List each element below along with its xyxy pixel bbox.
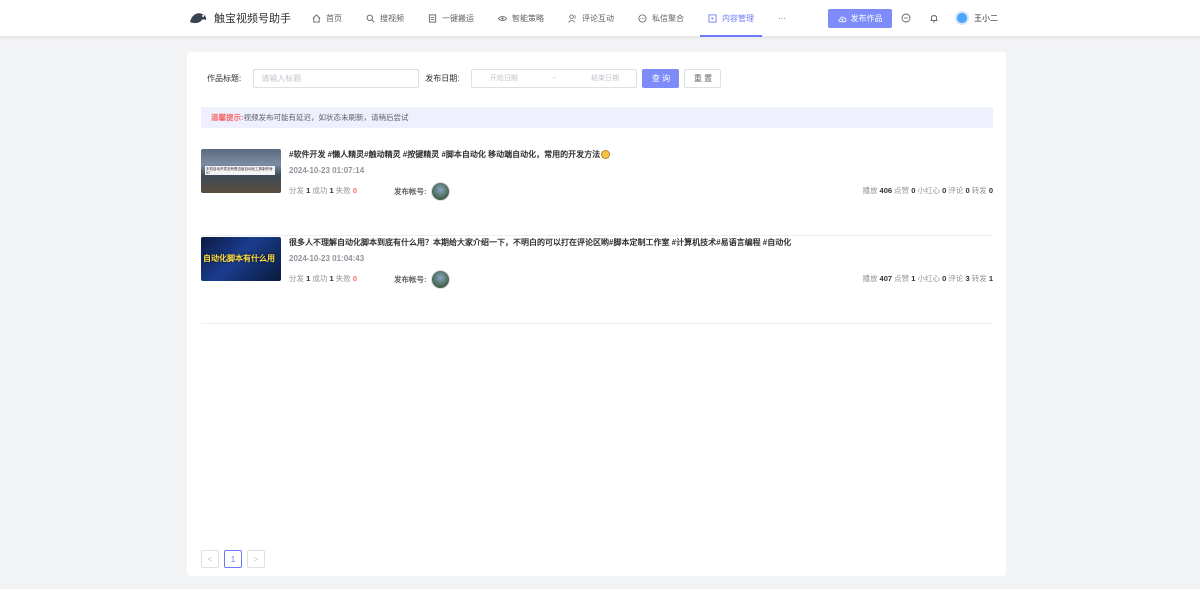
chat-icon (638, 14, 647, 23)
content-icon (708, 14, 717, 23)
nav-more[interactable]: ··· (766, 0, 798, 37)
publish-account: 发布帐号: (394, 270, 450, 289)
item-date: 2024-10-23 01:07:14 (289, 166, 365, 175)
reset-button[interactable]: 重 置 (684, 68, 722, 88)
list-item[interactable]: 手机自动开发没有是否被自动化工具制作而57 #软件开发 #懒人精灵#触动精灵 #… (201, 149, 993, 236)
title-input[interactable]: 请输入标题 (253, 68, 420, 88)
publish-label: 发布作品 (850, 14, 883, 23)
content-card: 作品标题: 请输入标题 发布日期: 开始日期 ~ 结束日期 查 询 重 置 温馨… (187, 52, 1006, 576)
thumbnail-caption: 手机自动开发没有是否被自动化工具制作而57 (205, 166, 275, 175)
home-icon (312, 14, 321, 23)
nav-home[interactable]: 首页 (300, 0, 354, 37)
app-title: 触宝视频号助手 (214, 13, 291, 25)
next-page-button[interactable]: > (247, 550, 265, 568)
distribution-stats: 分发 1 成功 1 失败 0 (289, 186, 357, 195)
end-date-input[interactable]: 结束日期 (591, 73, 619, 83)
bell-icon[interactable] (928, 12, 940, 24)
nav-label: 搜视频 (380, 14, 404, 23)
range-separator: ~ (552, 74, 557, 82)
account-avatar[interactable] (430, 270, 450, 289)
avatar (955, 11, 969, 25)
publish-account: 发布帐号: (394, 182, 450, 201)
title-filter-label: 作品标题: (207, 73, 242, 83)
date-filter-label: 发布日期: (425, 73, 460, 83)
nav-label: 一键搬运 (442, 14, 474, 23)
account-avatar[interactable] (430, 182, 450, 201)
main-nav: 首页 搜视频 一键搬运 智能策略 评论互动 私信聚合 内容管理 ··· (300, 0, 798, 37)
item-title[interactable]: #软件开发 #懒人精灵#触动精灵 #按键精灵 #脚本自动化 移动端自动化，常用的… (289, 149, 611, 160)
thumbnail-caption: 自动化脚本有什么用 (203, 254, 275, 263)
distribution-stats: 分发 1 成功 1 失败 0 (289, 274, 357, 283)
item-title[interactable]: 很多人不理解自动化脚本到底有什么用？本期给大家介绍一下，不明白的可以打在评论区哟… (289, 237, 791, 248)
account-label: 发布帐号: (394, 275, 427, 284)
filter-bar: 作品标题: 请输入标题 发布日期: 开始日期 ~ 结束日期 查 询 重 置 (207, 68, 722, 88)
dragon-logo-icon (190, 13, 207, 24)
query-button[interactable]: 查 询 (642, 68, 680, 88)
pagination: < 1 > (201, 550, 265, 568)
eye-icon (498, 14, 507, 23)
start-date-input[interactable]: 开始日期 (490, 73, 518, 83)
video-thumbnail[interactable]: 手机自动开发没有是否被自动化工具制作而57 (201, 149, 281, 193)
nav-label: 私信聚合 (652, 14, 684, 23)
engagement-stats: 播放 406 点赞 0 小红心 0 评论 0 转发 0 (862, 186, 993, 195)
title-placeholder: 请输入标题 (261, 73, 302, 83)
more-icon: ··· (778, 14, 786, 23)
list-item[interactable]: 自动化脚本有什么用 很多人不理解自动化脚本到底有什么用？本期给大家介绍一下，不明… (201, 237, 993, 324)
date-range-picker[interactable]: 开始日期 ~ 结束日期 (471, 68, 638, 88)
prev-page-button[interactable]: < (201, 550, 219, 568)
top-header: 触宝视频号助手 首页 搜视频 一键搬运 智能策略 评论互动 私信聚合 内容管理 … (0, 0, 1200, 37)
nav-comment-interaction[interactable]: 评论互动 (556, 0, 626, 37)
nav-search-video[interactable]: 搜视频 (354, 0, 416, 37)
user-menu[interactable]: 王小二 (955, 11, 998, 25)
page-number-current[interactable]: 1 (224, 550, 242, 568)
video-thumbnail[interactable]: 自动化脚本有什么用 (201, 237, 281, 281)
notice-text: 视频发布可能有延迟，如状态未刷新，请稍后尝试 (243, 113, 409, 122)
nav-label: 智能策略 (512, 14, 544, 23)
notice-banner: 温馨提示: 视频发布可能有延迟，如状态未刷新，请稍后尝试 (201, 107, 993, 128)
search-icon (366, 14, 375, 23)
brand[interactable]: 触宝视频号助手 (188, 10, 291, 26)
nav-content-management[interactable]: 内容管理 (696, 0, 766, 37)
nav-label: 评论互动 (582, 14, 614, 23)
engagement-stats: 播放 407 点赞 1 小红心 0 评论 3 转发 1 (862, 274, 993, 283)
smile-emoji-icon (601, 150, 611, 159)
nav-message-aggregate[interactable]: 私信聚合 (626, 0, 696, 37)
upload-cloud-icon (838, 16, 846, 22)
nav-label: 内容管理 (722, 14, 754, 23)
nav-one-click-move[interactable]: 一键搬运 (416, 0, 486, 37)
nav-label: 首页 (326, 14, 342, 23)
notice-label: 温馨提示: (211, 113, 244, 122)
item-date: 2024-10-23 01:04:43 (289, 254, 365, 263)
publish-button[interactable]: 发布作品 (828, 9, 892, 28)
user-name: 王小二 (974, 13, 998, 23)
message-icon[interactable] (900, 12, 912, 24)
users-icon (568, 14, 577, 23)
document-icon (428, 14, 437, 23)
nav-smart-strategy[interactable]: 智能策略 (486, 0, 556, 37)
account-label: 发布帐号: (394, 187, 427, 196)
